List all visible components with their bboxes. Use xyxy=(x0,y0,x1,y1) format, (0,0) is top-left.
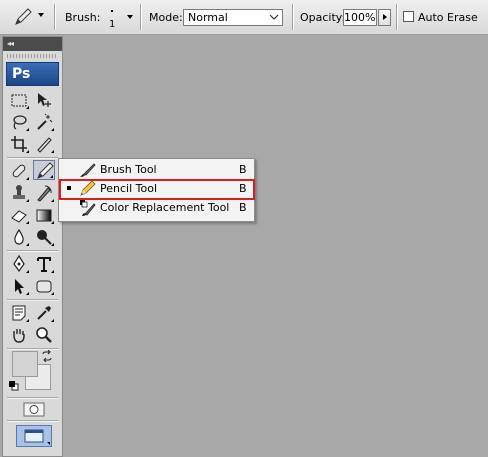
separator xyxy=(54,4,55,30)
pencil-tool-button[interactable] xyxy=(33,160,55,180)
healing-brush-tool[interactable] xyxy=(8,161,30,181)
quick-mask-icon[interactable] xyxy=(23,402,45,417)
more-tools-indicator xyxy=(51,243,54,246)
separator xyxy=(7,250,58,251)
toolbox-panel: ◂◂ Ps xyxy=(2,36,63,457)
slice-tool[interactable] xyxy=(33,134,55,154)
shape-tool[interactable] xyxy=(33,276,55,296)
chevron-down-icon[interactable] xyxy=(127,15,133,19)
history-brush-tool[interactable] xyxy=(33,183,55,203)
swap-colors-icon[interactable] xyxy=(41,350,53,362)
mode-select[interactable]: Normal xyxy=(183,9,283,26)
gradient-tool[interactable] xyxy=(33,205,55,225)
more-tools-indicator xyxy=(26,319,29,322)
notes-tool[interactable] xyxy=(8,303,30,323)
dodge-tool[interactable] xyxy=(33,227,55,247)
marquee-tool[interactable] xyxy=(8,90,30,110)
more-tools-indicator xyxy=(26,243,29,246)
eyedropper-tool[interactable] xyxy=(33,303,55,323)
shortcut-key: B xyxy=(239,201,247,214)
hand-tool[interactable] xyxy=(8,325,30,345)
separator xyxy=(140,4,141,30)
more-tools-indicator xyxy=(26,270,29,273)
screen-mode-icon xyxy=(24,429,50,445)
separator xyxy=(292,4,293,30)
tool-preset-picker[interactable] xyxy=(10,5,36,29)
separator xyxy=(7,299,58,300)
more-tools-indicator xyxy=(26,106,29,109)
separator xyxy=(7,420,58,421)
lasso-tool[interactable] xyxy=(8,112,30,132)
brush-tip-icon xyxy=(111,10,113,12)
hand-icon xyxy=(13,329,25,343)
zoom-tool[interactable] xyxy=(33,325,55,345)
more-tools-indicator xyxy=(51,319,54,322)
more-tools-indicator xyxy=(51,199,54,202)
screen-mode-button[interactable] xyxy=(16,425,52,447)
menu-item-label: Brush Tool xyxy=(100,163,157,176)
more-tools-indicator xyxy=(26,292,29,295)
selection-highlight-box xyxy=(59,179,255,200)
toolbox-header[interactable]: ◂◂ xyxy=(3,37,62,51)
move-icon xyxy=(38,93,51,107)
auto-erase-label: Auto Erase xyxy=(418,11,478,24)
separator xyxy=(7,397,58,398)
opacity-input[interactable]: 100% xyxy=(343,9,377,26)
menu-item-label: Color Replacement Tool xyxy=(100,201,230,214)
color-replacement-icon xyxy=(80,200,96,216)
brush-picker[interactable]: 1 xyxy=(106,5,120,31)
more-tools-indicator xyxy=(26,177,29,180)
opacity-label: Opacity: xyxy=(300,11,346,24)
pen-tool[interactable] xyxy=(8,254,30,274)
collapse-icon[interactable]: ◂◂ xyxy=(7,40,14,48)
type-tool[interactable] xyxy=(33,254,55,274)
more-tools-indicator xyxy=(50,175,53,178)
menu-item-color-replacement-tool[interactable]: Color Replacement Tool B xyxy=(59,198,254,217)
more-tools-indicator xyxy=(51,150,54,153)
clone-stamp-tool[interactable] xyxy=(8,183,30,203)
chevron-down-icon[interactable] xyxy=(38,13,44,17)
separator xyxy=(7,348,58,349)
more-tools-indicator xyxy=(51,292,54,295)
more-tools-indicator xyxy=(51,221,54,224)
more-tools-indicator xyxy=(26,150,29,153)
crop-tool[interactable] xyxy=(8,134,30,154)
magic-wand-tool[interactable] xyxy=(33,112,55,132)
more-tools-indicator xyxy=(26,221,29,224)
default-colors-icon[interactable] xyxy=(9,381,19,391)
foreground-color-swatch[interactable] xyxy=(12,351,38,377)
blur-tool[interactable] xyxy=(8,227,30,247)
magnifier-icon xyxy=(36,327,52,343)
brush-label: Brush: xyxy=(65,11,101,24)
menu-item-brush-tool[interactable]: Brush Tool B xyxy=(59,160,254,179)
separator xyxy=(7,157,58,158)
path-selection-tool[interactable] xyxy=(8,276,30,296)
mode-label: Mode: xyxy=(149,11,183,24)
drag-grip[interactable] xyxy=(7,54,58,58)
shortcut-key: B xyxy=(239,163,247,176)
chevron-down-icon xyxy=(269,14,279,20)
more-tools-indicator xyxy=(51,270,54,273)
more-tools-indicator xyxy=(26,199,29,202)
photoshop-logo[interactable]: Ps xyxy=(6,62,59,86)
eraser-tool[interactable] xyxy=(8,205,30,225)
options-bar: Brush: 1 Mode: Normal Opacity: 100% Auto… xyxy=(0,0,488,35)
move-tool[interactable] xyxy=(33,90,55,110)
mode-value: Normal xyxy=(188,11,228,24)
separator xyxy=(396,4,397,30)
brush-size: 1 xyxy=(109,19,116,30)
auto-erase-checkbox[interactable] xyxy=(403,11,414,22)
brush-icon xyxy=(80,163,96,177)
opacity-slider-button[interactable] xyxy=(378,9,391,26)
more-tools-indicator xyxy=(51,128,54,131)
more-tools-indicator xyxy=(26,128,29,131)
pencil-icon xyxy=(15,8,32,25)
